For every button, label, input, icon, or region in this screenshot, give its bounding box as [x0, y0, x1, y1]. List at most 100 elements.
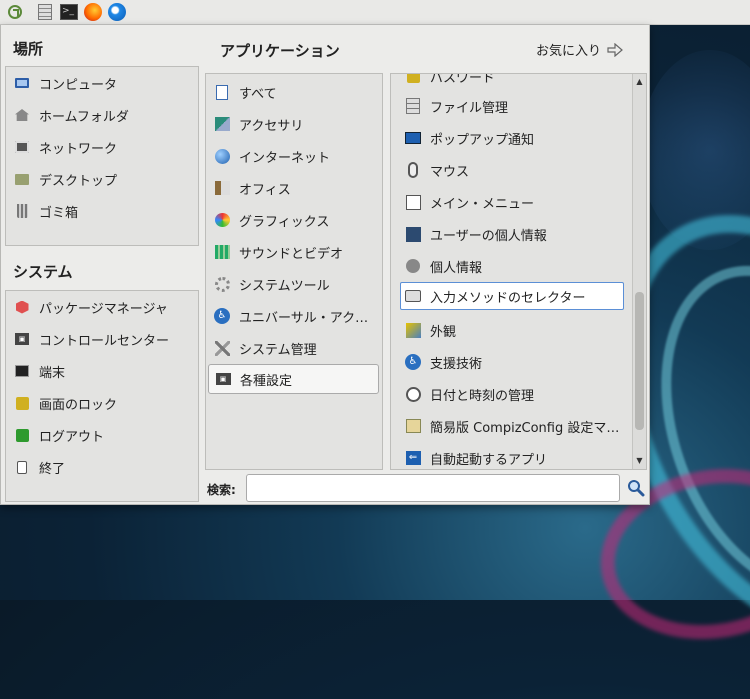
- app-label: ポップアップ通知: [430, 132, 535, 148]
- input-method-icon: [405, 290, 421, 302]
- system-item-control-center[interactable]: ▣ コントロールセンター: [6, 323, 198, 355]
- file-manager-launcher[interactable]: [34, 1, 56, 23]
- category-label: ユニバーサル・アク…: [239, 310, 369, 326]
- app-label: 個人情報: [430, 260, 483, 276]
- places-item-label: ホームフォルダ: [39, 109, 129, 125]
- file-cabinet-icon: [38, 4, 52, 20]
- places-item-label: コンピュータ: [39, 77, 118, 93]
- desktop-folder-icon: [15, 173, 29, 185]
- search-icon[interactable]: [627, 479, 645, 497]
- system-item-terminal[interactable]: 端末: [6, 355, 198, 387]
- category-graphics[interactable]: グラフィックス: [206, 204, 382, 236]
- universal-access-icon: ♿: [214, 308, 230, 324]
- system-item-label: 画面のロック: [39, 397, 118, 413]
- application-list-viewport: パスワード ファイル管理 ポップアップ通知 マウス メイン・メニュー ユーザーの…: [391, 74, 632, 469]
- terminal-icon: >_: [60, 4, 78, 20]
- app-item[interactable]: ユーザーの個人情報: [391, 218, 632, 250]
- app-item[interactable]: 簡易版 CompizConfig 設定マ…: [391, 410, 632, 442]
- category-label: グラフィックス: [239, 214, 330, 230]
- scroll-down-arrow-icon[interactable]: ▼: [633, 455, 646, 467]
- category-universal-access[interactable]: ♿ ユニバーサル・アク…: [206, 300, 382, 332]
- app-item[interactable]: 個人情報: [391, 250, 632, 282]
- places-item-computer[interactable]: コンピュータ: [6, 67, 198, 99]
- system-item-label: ログアウト: [39, 429, 105, 445]
- category-administration[interactable]: システム管理: [206, 332, 382, 364]
- system-item-package-manager[interactable]: パッケージマネージャ: [6, 291, 198, 323]
- category-label: 各種設定: [240, 373, 293, 389]
- system-item-label: 終了: [39, 461, 66, 477]
- category-all[interactable]: すべて: [206, 76, 382, 108]
- scroll-up-arrow-icon[interactable]: ▲: [633, 76, 646, 88]
- system-item-logout[interactable]: ログアウト: [6, 419, 198, 451]
- app-item[interactable]: 外観: [391, 314, 632, 346]
- category-label: オフィス: [239, 182, 291, 198]
- application-list-scrollbar[interactable]: ▲ ▼: [632, 74, 646, 469]
- category-internet[interactable]: インターネット: [206, 140, 382, 172]
- application-list: パスワード ファイル管理 ポップアップ通知 マウス メイン・メニュー ユーザーの…: [390, 73, 647, 470]
- quit-icon: [17, 460, 27, 474]
- arrow-right-icon: [607, 42, 623, 57]
- sound-video-icon: [214, 245, 230, 259]
- app-item[interactable]: マウス: [391, 154, 632, 186]
- terminal-launcher[interactable]: >_: [58, 1, 80, 23]
- category-system-tools[interactable]: システムツール: [206, 268, 382, 300]
- places-item-trash[interactable]: ゴミ箱: [6, 195, 198, 227]
- app-label: 外観: [430, 324, 457, 340]
- mouse-icon: [408, 162, 418, 178]
- lock-icon: [15, 396, 29, 410]
- control-center-icon: ▣: [15, 333, 29, 345]
- search-label: 検索:: [207, 483, 236, 497]
- logout-icon: [15, 428, 29, 442]
- system-item-label: パッケージマネージャ: [39, 301, 168, 317]
- terminal-icon: [15, 365, 29, 377]
- category-preferences[interactable]: ▣ 各種設定: [208, 364, 379, 394]
- app-label: パスワード: [430, 74, 496, 86]
- system-item-label: 端末: [39, 365, 66, 381]
- passwords-icon: [406, 74, 420, 83]
- thunderbird-launcher[interactable]: [106, 1, 128, 23]
- firefox-launcher[interactable]: [82, 1, 104, 23]
- system-list: パッケージマネージャ ▣ コントロールセンター 端末 画面のロック ログアウト …: [5, 290, 199, 502]
- appearance-icon: [405, 322, 421, 338]
- places-item-desktop[interactable]: デスクトップ: [6, 163, 198, 195]
- system-item-lock-screen[interactable]: 画面のロック: [6, 387, 198, 419]
- user-info-icon: [405, 226, 421, 242]
- app-item[interactable]: メイン・メニュー: [391, 186, 632, 218]
- places-heading: 場所: [13, 40, 44, 58]
- home-folder-icon: [15, 109, 29, 121]
- category-label: すべて: [239, 86, 277, 102]
- app-item[interactable]: ポップアップ通知: [391, 122, 632, 154]
- places-item-home-folder[interactable]: ホームフォルダ: [6, 99, 198, 131]
- category-label: サウンドとビデオ: [239, 246, 344, 262]
- mint-menu-button[interactable]: [4, 1, 26, 23]
- app-item[interactable]: ファイル管理: [391, 90, 632, 122]
- trash-icon: [16, 204, 28, 218]
- category-accessories[interactable]: アクセサリ: [206, 108, 382, 140]
- applications-heading: アプリケーション: [220, 42, 340, 60]
- category-office[interactable]: オフィス: [206, 172, 382, 204]
- app-label: 簡易版 CompizConfig 設定マ…: [430, 420, 620, 436]
- graphics-palette-icon: [214, 213, 230, 227]
- app-label: メイン・メニュー: [430, 196, 535, 212]
- favorites-button[interactable]: お気に入り: [536, 40, 623, 59]
- app-item[interactable]: ♿ 支援技術: [391, 346, 632, 378]
- app-item[interactable]: 日付と時刻の管理: [391, 378, 632, 410]
- category-list: すべて アクセサリ インターネット オフィス グラフィックス サウンドとビデオ …: [205, 73, 383, 470]
- scrollbar-thumb[interactable]: [635, 292, 644, 430]
- system-item-quit[interactable]: 終了: [6, 451, 198, 483]
- category-label: システムツール: [239, 278, 330, 294]
- app-item-focused[interactable]: 入力メソッドのセレクター: [400, 282, 624, 310]
- search-input[interactable]: [246, 474, 620, 502]
- app-item[interactable]: ⇐ 自動起動するアプリ: [391, 442, 632, 469]
- main-menu-editor-icon: [405, 194, 421, 210]
- category-sound-video[interactable]: サウンドとビデオ: [206, 236, 382, 268]
- system-heading: システム: [13, 263, 73, 281]
- app-label: 支援技術: [430, 356, 483, 372]
- preferences-icon: ▣: [215, 373, 231, 385]
- app-label: 自動起動するアプリ: [430, 452, 548, 468]
- package-icon: [15, 300, 29, 314]
- app-label: マウス: [430, 164, 470, 180]
- places-item-network[interactable]: ネットワーク: [6, 131, 198, 163]
- app-label: 日付と時刻の管理: [430, 388, 535, 404]
- personal-info-icon: [406, 259, 420, 273]
